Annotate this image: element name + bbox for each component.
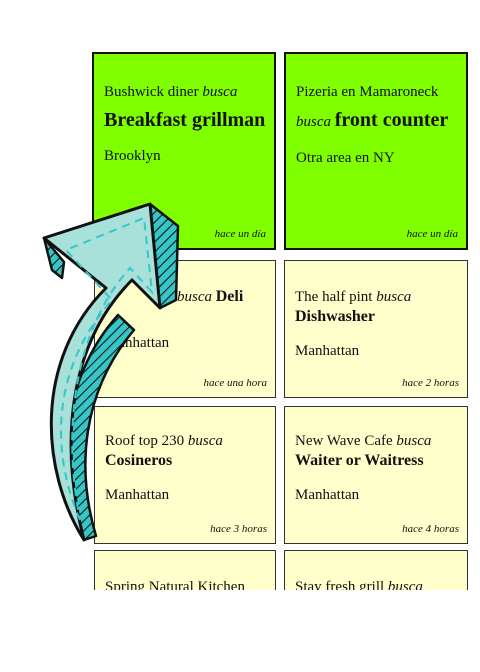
posted-time: hace 2 horas bbox=[402, 377, 459, 389]
busca-label: busca bbox=[396, 433, 432, 449]
company-name: Spring Natural Kitchen bbox=[105, 579, 245, 590]
job-location: Manhattan bbox=[295, 343, 360, 359]
company-name: Roof top 230 bbox=[105, 433, 185, 449]
company-name: Bushwick diner bbox=[104, 84, 199, 100]
company-name: Stay fresh grill bbox=[295, 579, 385, 590]
posted-time: hace un día bbox=[406, 228, 458, 240]
job-location: Manhattan bbox=[105, 487, 170, 503]
job-card[interactable]: Stay fresh grill busca bbox=[284, 550, 468, 590]
company-name: Pizeria en Mamaroneck bbox=[296, 84, 439, 100]
job-location: Manhattan bbox=[295, 487, 360, 503]
busca-label: busca bbox=[376, 289, 412, 305]
job-card-featured[interactable]: Pizeria en Mamaroneck busca front counte… bbox=[284, 52, 468, 250]
job-role: Deli bbox=[215, 288, 244, 305]
job-card[interactable]: busca Deli Manhattan hace una hora bbox=[94, 260, 276, 398]
job-card-featured[interactable]: Bushwick diner busca Breakfast grillman … bbox=[92, 52, 276, 250]
posted-time: hace 3 horas bbox=[210, 523, 267, 535]
job-role: Cosineros bbox=[105, 452, 173, 469]
job-role: Waiter or Waitress bbox=[295, 452, 424, 469]
company-name: New Wave Cafe bbox=[295, 433, 393, 449]
posted-time: hace una hora bbox=[203, 377, 267, 389]
job-list-viewport[interactable]: Bushwick diner busca Breakfast grillman … bbox=[0, 0, 480, 590]
busca-label: busca bbox=[296, 114, 331, 130]
job-card[interactable]: New Wave Cafe busca Waiter or Waitress M… bbox=[284, 406, 468, 544]
posted-time: hace un día bbox=[214, 228, 266, 240]
busca-label: busca bbox=[187, 433, 223, 449]
job-location: Brooklyn bbox=[104, 148, 161, 164]
company-name: The half pint bbox=[295, 289, 373, 305]
posted-time: hace 4 horas bbox=[402, 523, 459, 535]
job-role: front counter bbox=[334, 109, 449, 131]
job-card[interactable]: The half pint busca Dishwasher Manhattan… bbox=[284, 260, 468, 398]
job-role: Breakfast grillman bbox=[104, 109, 266, 131]
job-card[interactable]: Roof top 230 busca Cosineros Manhattan h… bbox=[94, 406, 276, 544]
job-card[interactable]: Spring Natural Kitchen bbox=[94, 550, 276, 590]
job-location: Manhattan bbox=[105, 335, 170, 351]
busca-label: busca bbox=[177, 289, 212, 305]
busca-label: busca bbox=[387, 579, 423, 590]
busca-label: busca bbox=[202, 84, 238, 100]
job-location: Otra area en NY bbox=[296, 150, 395, 166]
job-role: Dishwasher bbox=[295, 308, 376, 325]
